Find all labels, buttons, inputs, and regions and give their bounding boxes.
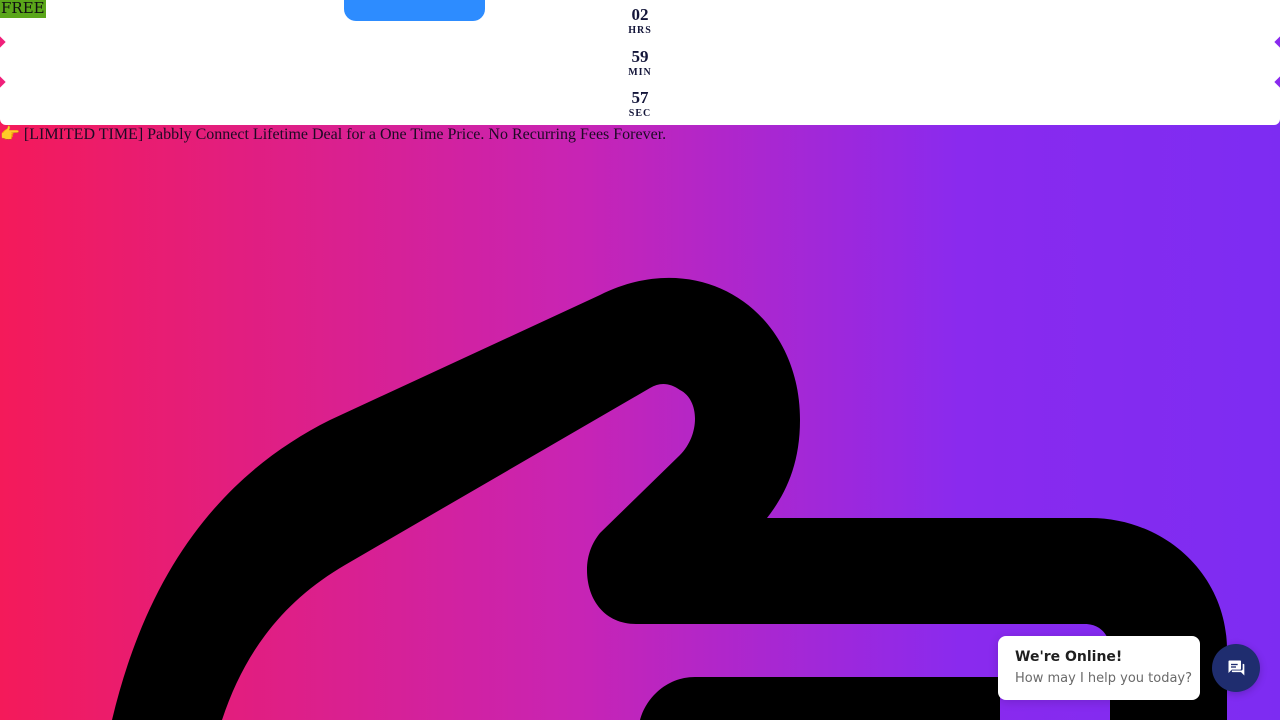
pointing-hand-icon: 👉 xyxy=(0,126,20,143)
countdown-hours-value: 02 xyxy=(631,5,649,24)
countdown-seconds: 57 SEC xyxy=(600,87,680,129)
countdown-minutes-label: MIN xyxy=(628,66,652,78)
promo-text: [LIMITED TIME] Pabbly Connect Lifetime D… xyxy=(23,126,667,143)
bar-edge-notch xyxy=(0,76,6,88)
countdown-hours-label: HRS xyxy=(628,25,652,36)
countdown-timer: 02 HRS 59 MIN 57 SEC xyxy=(600,4,680,129)
chat-subtitle: How may I help you today? xyxy=(1015,671,1193,686)
chat-launcher-button[interactable] xyxy=(1212,644,1260,692)
bar-edge-notch xyxy=(0,36,6,48)
chat-greeting-bubble[interactable]: We're Online! How may I help you today? xyxy=(998,636,1200,700)
cta-pill-button[interactable] xyxy=(344,0,485,21)
promo-banner[interactable]: 👉 [LIMITED TIME] Pabbly Connect Lifetime… xyxy=(0,125,666,145)
bar-edge-notch xyxy=(1274,76,1280,88)
free-badge: FREE xyxy=(0,0,46,18)
countdown-seconds-value: 57 xyxy=(631,88,649,107)
countdown-seconds-label: SEC xyxy=(628,108,652,119)
chat-icon xyxy=(1228,660,1245,676)
countdown-hours: 02 HRS xyxy=(600,4,680,46)
bar-edge-notch xyxy=(1274,36,1280,48)
countdown-minutes-value: 59 xyxy=(631,46,649,66)
countdown-bar: 02 HRS 59 MIN 57 SEC xyxy=(0,0,1280,125)
countdown-minutes: 59 MIN xyxy=(600,46,680,88)
chat-title: We're Online! xyxy=(1015,649,1123,665)
